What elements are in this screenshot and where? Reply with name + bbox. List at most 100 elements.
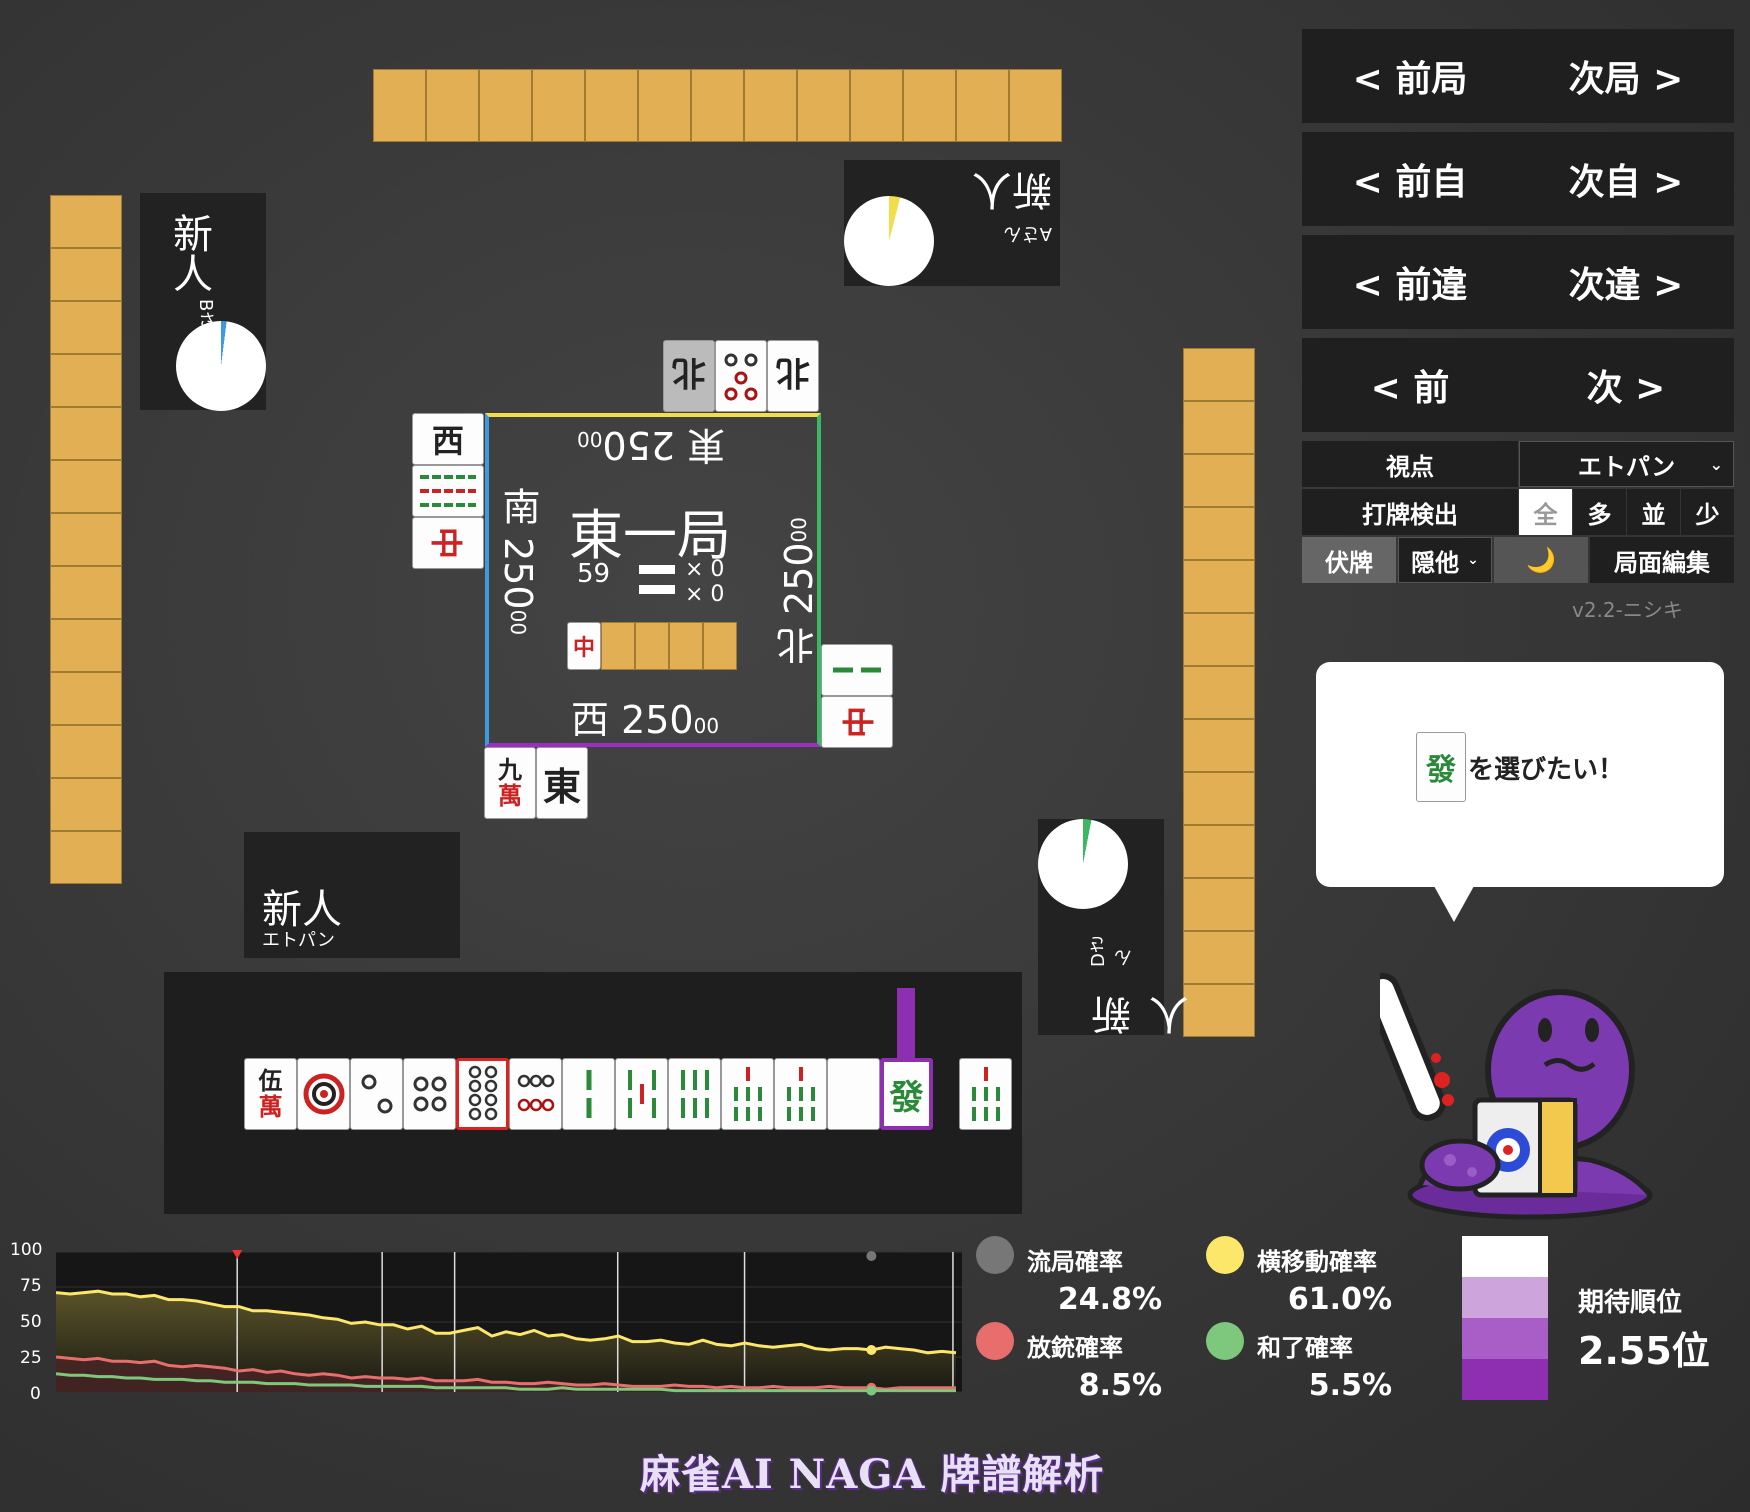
graph-plot[interactable] [56,1250,962,1400]
ryukyoku-point [866,1251,877,1261]
right-player-name: 新人 [1092,995,1196,1035]
top-player-panel: Aさん 新人 [844,160,1060,286]
next-self-button[interactable]: 次自 > [1518,132,1734,226]
right-player-pie [1038,819,1128,909]
drawn-tile[interactable] [959,1058,1012,1130]
hand-tile[interactable] [721,1058,774,1130]
top-player-name: 新人 [972,166,1052,212]
y-tick: 50 [20,1312,42,1332]
houju-value: 8.5% [1078,1368,1162,1403]
left-discards: 西 中 [412,413,484,569]
hand-tile[interactable] [509,1058,562,1130]
y-tick: 100 [10,1240,43,1260]
ryukyoku-label: 流局確率 [1027,1248,1123,1276]
left-player-panel: 新人 Bさん [140,193,266,411]
prev-button[interactable]: < 前 [1302,338,1518,432]
hide-others-value: 隠他 [1411,548,1460,577]
agari-point [866,1385,877,1396]
north-score: 北 250 [777,542,821,666]
discard-tile [715,340,767,412]
hand-tile[interactable] [827,1058,880,1130]
discard-tile: 九萬 [484,747,536,819]
agari-value: 5.5% [1308,1368,1392,1403]
ryukyoku-value: 24.8% [1057,1282,1162,1317]
hand-tile[interactable] [562,1058,615,1130]
probability-graph: 100 75 50 25 0 [0,1240,970,1405]
yokoido-dot-icon [1206,1236,1244,1274]
next-round-button[interactable]: 次局 > [1518,29,1734,123]
hand-tile[interactable] [403,1058,456,1130]
yokoido-value: 61.0% [1287,1282,1392,1317]
y-tick: 75 [20,1276,42,1296]
riichi-stick-icon [639,585,675,594]
viewpoint-select[interactable]: エトパン ⌄ [1519,441,1734,487]
hand-tile[interactable] [350,1058,403,1130]
dark-mode-button[interactable]: 🌙 [1494,537,1588,583]
top-player-pie [844,196,934,286]
agari-dot-icon [1206,1322,1244,1360]
discard-tile: 北 [767,340,819,412]
discard-tile: 中 [412,517,484,569]
discard-tile: 中 [821,696,893,748]
riichi-count: × 0 [685,582,725,607]
right-discards: 中 [821,644,893,748]
viewpoint-value: エトパン [1577,452,1676,481]
dora-row: 中 [567,622,737,670]
hide-others-select[interactable]: 隠他 ⌄ [1398,537,1492,583]
honba-stick-icon [639,565,675,574]
detect-option-many[interactable]: 多 [1573,489,1626,535]
prev-self-button[interactable]: < 前自 [1302,132,1518,226]
nav-self-row: < 前自 次自 > [1302,132,1734,226]
prev-diff-button[interactable]: < 前違 [1302,235,1518,329]
chevron-down-icon: ⌄ [1467,552,1479,568]
discard-tile [412,465,484,517]
y-tick: 0 [30,1384,41,1404]
bubble-tile: 發 [1416,732,1466,802]
viewpoint-label: 視点 [1302,441,1518,487]
hand-tile[interactable]: 伍萬 [244,1058,297,1130]
right-player-panel: 新人 Dさん [1038,819,1196,1035]
honba-count: × 0 [685,557,725,582]
moon-icon: 🌙 [1526,546,1556,574]
left-player-name: 新人 [166,213,212,293]
bottom-discards: 九萬 東 [484,747,588,819]
dora-indicator-tile: 中 [567,622,601,670]
center-board: 東 25000 南 25000 北 25000 西 25000 東一局 59 ×… [485,413,821,747]
next-button[interactable]: 次 > [1518,338,1734,432]
south-score: 南 250 [496,487,540,610]
hand-tile[interactable] [668,1058,721,1130]
hand-tile[interactable] [456,1058,509,1130]
detect-option-few[interactable]: 少 [1681,489,1734,535]
yokoido-label: 横移動確率 [1257,1248,1377,1276]
right-player-sub: Dさん [1088,935,1135,968]
speech-bubble-tail [1434,886,1474,922]
rank-distribution-bar [1462,1236,1548,1400]
version-label: v2.2-ニシキ [1572,598,1683,622]
nav-diff-row: < 前違 次違 > [1302,235,1734,329]
prev-round-button[interactable]: < 前局 [1302,29,1518,123]
chevron-down-icon: ⌄ [1709,454,1723,474]
discard-detect-label: 打牌検出 [1302,489,1518,535]
expected-rank-label: 期待順位 [1578,1288,1683,1318]
next-diff-button[interactable]: 次違 > [1518,235,1734,329]
hidden-tiles-button[interactable]: 伏牌 [1302,537,1396,583]
houju-dot-icon [976,1322,1014,1360]
nav-step-row: < 前 次 > [1302,338,1734,432]
top-opponent-hand [373,69,1062,142]
ryukyoku-dot-icon [976,1236,1014,1274]
detect-option-all[interactable]: 全 [1519,489,1572,535]
discard-tile: 西 [412,413,484,465]
left-opponent-hand [50,195,122,884]
hand-tile[interactable] [297,1058,350,1130]
bubble-text: を選びたい！ [1468,754,1625,785]
naga-mascot-icon [1380,973,1653,1220]
houju-label: 放銃確率 [1027,1334,1123,1362]
west-score: 西 250 [571,698,694,742]
hand-tile[interactable] [774,1058,827,1130]
edit-board-button[interactable]: 局面編集 [1590,537,1734,583]
bottom-player-panel: 新人 エトパン [244,832,460,958]
hand-tile[interactable] [615,1058,668,1130]
expected-rank-value: 2.55位 [1578,1329,1710,1373]
hand-tile-selected[interactable]: 發 [880,1058,933,1130]
detect-option-normal[interactable]: 並 [1627,489,1680,535]
